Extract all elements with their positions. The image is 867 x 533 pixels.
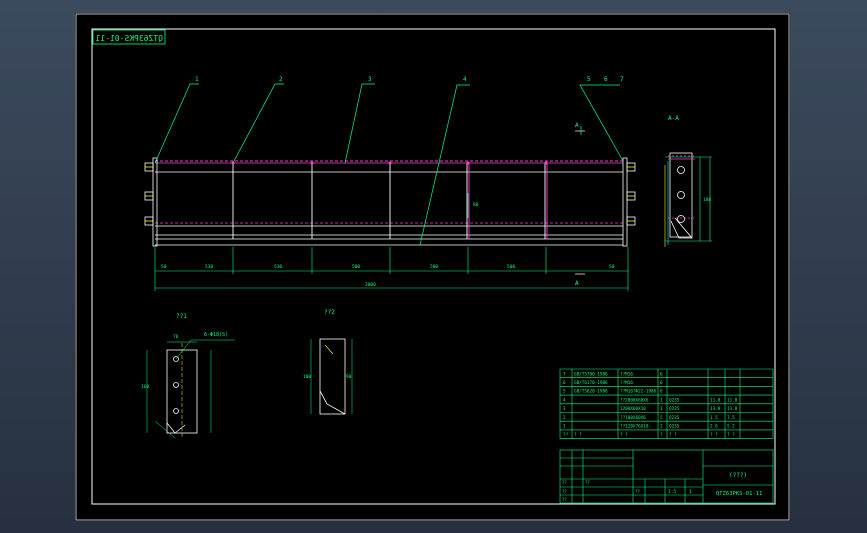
inner-height-text: 80 <box>473 202 479 208</box>
bom-cell-code: GB/T5780-1986 <box>574 371 608 377</box>
stiffeners <box>232 163 548 239</box>
dimension-texts: 50 530 530 500 500 500 50 3000 <box>161 264 615 288</box>
bom-cell-no: 6 <box>563 380 566 386</box>
bom-cell-no: 5 <box>563 389 566 395</box>
bom-cell-no: 1 <box>563 424 566 430</box>
bom-header-cell: ?? <box>563 432 569 438</box>
right-end-plate <box>622 157 628 247</box>
bom-cell-qty: 1 <box>660 397 663 403</box>
title-sheet: 1 <box>689 489 692 495</box>
bom-cell-name: ??120X76X10 <box>620 424 649 430</box>
balloon-5: 5 <box>587 76 591 83</box>
balloon-6: 6 <box>604 76 608 83</box>
leaders <box>154 83 624 246</box>
bom-cell-qty: 2 <box>660 424 663 430</box>
dim-seg-1: 50 <box>161 264 167 270</box>
bom-cell-no: 2 <box>563 415 566 421</box>
bom-header-cell: ? ? <box>620 432 628 438</box>
bom-header-cell: ? ? <box>574 432 582 438</box>
dim-overall: 3000 <box>365 282 376 288</box>
right-bolts <box>626 162 636 226</box>
balloon-3: 3 <box>368 76 372 83</box>
balloon-labels: 1 2 3 4 5 6 7 <box>195 76 624 83</box>
bom-cell-mat: Q235 <box>669 415 680 421</box>
detail-1-note: 6-Φ18(S) <box>204 332 228 338</box>
detail-1-width: 76 <box>173 334 179 340</box>
title-small-label-3: ?? <box>562 489 567 494</box>
title-small-labels: ?? ?? ?? ?? ?? <box>562 480 640 502</box>
detail-2-height: 100 <box>303 374 311 380</box>
bom-cell-w1: 2.6 <box>710 424 718 430</box>
bom-cell-qty: 6 <box>660 371 663 377</box>
title-small-label-4: ?? <box>562 497 567 502</box>
bom-cell-no: 3 <box>563 406 566 412</box>
section-markers <box>575 126 585 275</box>
dim-seg-4: 500 <box>352 264 360 270</box>
left-end-plate <box>152 157 158 247</box>
bom-cell-name: ??2000X60X6 <box>620 397 649 403</box>
drawing-number-mirrored: QTZ63PKS-01-11 <box>95 34 163 43</box>
bom-cell-mat: Q235 <box>669 406 680 412</box>
bom-cell-w2: 13.8 <box>727 406 738 412</box>
detail-1-height: 160 <box>141 384 149 390</box>
balloon-4: 4 <box>463 76 467 83</box>
cad-drawing: QTZ63PKS-01-11 80 1 2 3 4 5 6 7 A A 50 5… <box>75 13 790 521</box>
bom-header-cell: ? <box>660 432 663 438</box>
bom-header-cell: ? ? <box>727 432 735 438</box>
bom-cell-name: ??100X60X6 <box>620 415 646 421</box>
bom-cell-w1: 11.8 <box>710 397 721 403</box>
bom-cell-qty: 6 <box>660 389 663 395</box>
detail-1-label: ??1 <box>176 313 187 320</box>
bom-cell-w2: 11.8 <box>727 397 738 403</box>
bom-cell-w2: 5.2 <box>727 424 735 430</box>
bom-cell-qty: 5 <box>660 415 663 421</box>
dim-seg-2: 530 <box>205 264 213 270</box>
bom-cell-qty: 1 <box>660 406 663 412</box>
section-mark-top: A <box>575 122 579 129</box>
bill-of-materials: 7 GB/T5780-1986 ??M16 6 6 GB/T6170-1986 ??M16 6… <box>559 368 774 439</box>
bom-cell-name: 1200X60X10 <box>620 406 646 412</box>
dim-seg-6: 500 <box>507 264 515 270</box>
title-small-label-5: ?? <box>635 489 640 494</box>
bom-cell-name: ??M16?Ф22-1986 <box>620 389 657 395</box>
bom-cell-qty: 6 <box>660 380 663 386</box>
balloon-1: 1 <box>195 76 199 83</box>
detail-2-inner: 90 <box>346 374 352 380</box>
bom-header-cell: ? ? <box>669 432 677 438</box>
left-bolts <box>144 162 154 226</box>
balloon-2: 2 <box>279 76 283 83</box>
section-mark-bottom: A <box>575 280 579 287</box>
detail-2-label: ??2 <box>324 309 335 316</box>
drawing-sheet[interactable]: QTZ63PKS-01-11 80 1 2 3 4 5 6 7 A A 50 5… <box>75 13 790 521</box>
title-small-label-1: ?? <box>562 480 567 485</box>
dim-seg-5: 500 <box>430 264 438 270</box>
bom-cell-no: 7 <box>563 371 566 377</box>
title-part-name: (???) <box>729 472 747 479</box>
dim-seg-3: 530 <box>274 264 282 270</box>
title-small-label-2: ?? <box>585 480 590 485</box>
main-view: 80 <box>144 157 636 247</box>
bom-cell-mat: Q235 <box>669 424 680 430</box>
balloon-7: 7 <box>620 76 624 83</box>
bom-cell-w1: 13.8 <box>710 406 721 412</box>
bom-cell-w2: 7.5 <box>727 415 735 421</box>
bom-cell-name: ??M16 <box>620 371 633 377</box>
bom-cell-mat: Q235 <box>669 397 680 403</box>
section-label: A-A <box>668 115 679 122</box>
bom-header-cell: ? ? <box>710 432 718 438</box>
title-scale: 1:5 <box>668 489 676 495</box>
bom-cell-w1: 1.5 <box>710 415 718 421</box>
bom-cell-code: GB/T6170-1986 <box>574 380 608 386</box>
section-side-dim: 188 <box>703 197 711 203</box>
dim-seg-7: 50 <box>609 264 615 270</box>
dimension-chain <box>154 247 629 291</box>
title-drawing-code: QTZ63PKS-01-11 <box>716 491 762 497</box>
cad-viewport: QTZ63PKS-01-11 80 1 2 3 4 5 6 7 A A 50 5… <box>0 0 867 533</box>
bom-cell-code: GB/T5620-1986 <box>574 389 608 395</box>
bom-cell-name: ??M16 <box>620 380 633 386</box>
detail-1 <box>146 339 235 439</box>
bom-cell-no: 4 <box>563 397 566 403</box>
